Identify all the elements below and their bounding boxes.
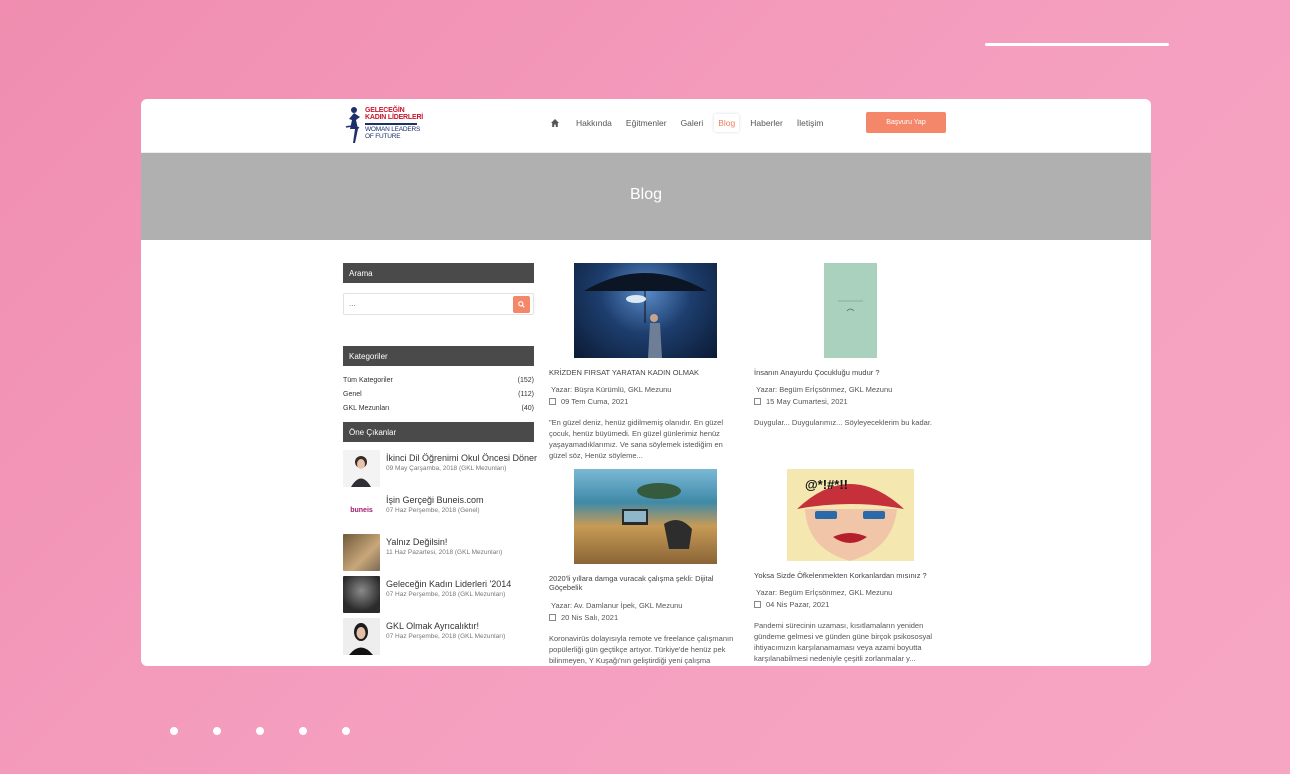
featured-meta: 07 Haz Perşembe, 2018 (GKL Mezunları) — [386, 591, 506, 598]
category-list: Tüm Kategoriler (152) Genel (112) GKL Me… — [343, 373, 534, 415]
category-item[interactable]: Tüm Kategoriler (152) — [343, 373, 534, 387]
featured-thumbnail — [343, 576, 380, 613]
slider-dot[interactable] — [256, 727, 264, 735]
post-date-row: 09 Tem Cuma, 2021 — [549, 397, 741, 406]
post-title[interactable]: Yoksa Sizde Öfkelenmekten Korkanlardan m… — [754, 571, 946, 580]
nav-item-contact[interactable]: İletişim — [794, 114, 826, 132]
logo-line-4: OF FUTURE — [365, 132, 401, 140]
featured-item[interactable]: Yalnız Değilsin! 11 Haz Pazartesi, 2018 … — [343, 534, 534, 576]
featured-title: GKL Olmak Ayrıcalıktır! — [386, 621, 480, 631]
decorative-line — [985, 43, 1169, 46]
post-title[interactable]: İnsanın Anayurdu Çocukluğu mudur ? — [754, 368, 946, 377]
nav-item-about[interactable]: Hakkında — [573, 114, 615, 132]
featured-thumbnail — [343, 534, 380, 571]
sidebar: Arama Kategoriler Tüm Kategoriler (152) … — [343, 263, 538, 660]
search-heading: Arama — [343, 263, 534, 283]
apply-button[interactable]: Başvuru Yap — [866, 112, 946, 133]
calendar-icon — [549, 613, 556, 621]
featured-heading: Öne Çıkanlar — [343, 422, 534, 442]
post-author: Yazar: Begüm Erİçsönmez, GKL Mezunu — [756, 385, 893, 395]
post-title[interactable]: 2020'li yıllara damga vuracak çalışma şe… — [549, 574, 741, 593]
search-button[interactable] — [513, 296, 530, 313]
featured-item[interactable]: İkinci Dil Öğrenimi Okul Öncesi Döner 09… — [343, 450, 538, 492]
featured-meta: 07 Haz Perşembe, 2018 (GKL Mezunları) — [386, 633, 506, 640]
post-date: 04 Nis Pazar, 2021 — [766, 600, 830, 610]
post-date: 20 Nis Salı, 2021 — [561, 612, 619, 622]
featured-title: Geleceğin Kadın Liderleri '2014 — [386, 579, 512, 589]
category-name: Tüm Kategoriler — [343, 376, 393, 384]
browser-window: GELECEĞİN KADIN LİDERLERİ WOMAN LEADERS … — [141, 99, 1151, 666]
category-name: GKL Mezunları — [343, 404, 390, 412]
post-author: Yazar: Büşra Kürümlü, GKL Mezunu — [551, 385, 672, 395]
site-logo[interactable]: GELECEĞİN KADIN LİDERLERİ WOMAN LEADERS … — [343, 105, 423, 145]
category-count: (112) — [518, 390, 534, 398]
main-nav: Hakkında Eğitmenler Galeri Blog Haberler… — [549, 113, 830, 133]
category-item[interactable]: GKL Mezunları (40) — [343, 401, 534, 415]
featured-title: İkinci Dil Öğrenimi Okul Öncesi Döner — [386, 453, 538, 463]
nav-item-gallery[interactable]: Galeri — [678, 114, 707, 132]
featured-item[interactable]: GKL Olmak Ayrıcalıktır! 07 Haz Perşembe,… — [343, 618, 534, 660]
featured-title: İşin Gerçeği Buneis.com — [386, 495, 484, 505]
post-card: @*!#*!! Yoksa Sizde Öfkelenmekten Korkan… — [754, 469, 946, 665]
post-card: KRİZDEN FIRSAT YARATAN KADIN OLMAK Yazar… — [549, 263, 741, 462]
post-date: 15 May Cumartesi, 2021 — [766, 397, 848, 407]
category-count: (40) — [521, 404, 534, 412]
post-card: İnsanın Anayurdu Çocukluğu mudur ? Yazar… — [754, 263, 946, 429]
post-excerpt: "En güzel deniz, henüz gidilmemiş olanıd… — [549, 418, 724, 460]
post-image[interactable] — [823, 263, 877, 358]
search-icon — [518, 301, 525, 308]
nav-item-news[interactable]: Haberler — [747, 114, 786, 132]
search-box — [343, 293, 534, 315]
featured-thumbnail — [343, 450, 380, 487]
post-date-row: 04 Nis Pazar, 2021 — [754, 600, 946, 609]
page-banner: Blog — [141, 153, 1151, 240]
post-image[interactable]: @*!#*!! — [786, 469, 914, 561]
svg-text:@*!#*!!: @*!#*!! — [805, 477, 848, 492]
logo-line-2: KADIN LİDERLERİ — [365, 114, 424, 121]
home-icon[interactable] — [549, 117, 561, 129]
post-image[interactable] — [573, 263, 717, 358]
page-title: Blog — [629, 185, 663, 203]
nav-item-blog[interactable]: Blog — [714, 114, 740, 132]
featured-meta: 09 May Çarşamba, 2018 (GKL Mezunları) — [386, 465, 507, 472]
search-input[interactable] — [349, 299, 499, 308]
calendar-icon — [754, 398, 761, 406]
slider-dot[interactable] — [299, 727, 307, 735]
category-name: Genel — [343, 390, 362, 398]
featured-item[interactable]: Geleceğin Kadın Liderleri '2014 07 Haz P… — [343, 576, 534, 618]
calendar-icon — [549, 398, 556, 406]
slider-dot[interactable] — [342, 727, 350, 735]
post-date-row: 20 Nis Salı, 2021 — [549, 613, 741, 622]
post-image[interactable] — [573, 469, 717, 564]
calendar-icon — [754, 601, 761, 609]
featured-thumbnail — [343, 618, 380, 655]
logo-line-1: GELECEĞİN — [365, 107, 405, 114]
post-title[interactable]: KRİZDEN FIRSAT YARATAN KADIN OLMAK — [549, 368, 741, 377]
featured-title: Yalnız Değilsin! — [386, 537, 448, 547]
featured-item[interactable]: buneis İşin Gerçeği Buneis.com 07 Haz Pe… — [343, 492, 534, 534]
featured-meta: 11 Haz Pazartesi, 2018 (GKL Mezunları) — [386, 549, 503, 556]
post-excerpt: Koronavirüs dolayısıyla remote ve freela… — [549, 633, 734, 665]
buneis-logo: buneis — [350, 507, 373, 514]
post-excerpt: Duygular... Duygularımız... Söyleyecekle… — [754, 418, 932, 428]
slider-dots — [170, 727, 350, 735]
post-date: 09 Tem Cuma, 2021 — [561, 397, 629, 407]
category-item[interactable]: Genel (112) — [343, 387, 534, 401]
categories-heading: Kategoriler — [343, 346, 534, 366]
post-author: Yazar: Av. Damlanur İpek, GKL Mezunu — [551, 600, 683, 610]
category-count: (152) — [517, 376, 534, 384]
post-card: 2020'li yıllara damga vuracak çalışma şe… — [549, 469, 741, 666]
logo-divider — [365, 123, 417, 125]
post-date-row: 15 May Cumartesi, 2021 — [754, 397, 946, 406]
featured-thumbnail: buneis — [343, 492, 380, 529]
slider-dot[interactable] — [213, 727, 221, 735]
featured-meta: 07 Haz Perşembe, 2018 (Genel) — [386, 507, 480, 514]
nav-item-trainers[interactable]: Eğitmenler — [623, 114, 670, 132]
post-excerpt: Pandemi sürecinin uzaması, kısıtlamaları… — [754, 621, 933, 663]
post-author: Yazar: Begüm Erİçsönmez, GKL Mezunu — [756, 588, 893, 598]
featured-list: İkinci Dil Öğrenimi Okul Öncesi Döner 09… — [343, 450, 538, 660]
slider-dot[interactable] — [170, 727, 178, 735]
woman-silhouette-icon — [345, 107, 360, 143]
site-header: GELECEĞİN KADIN LİDERLERİ WOMAN LEADERS … — [141, 99, 1151, 153]
